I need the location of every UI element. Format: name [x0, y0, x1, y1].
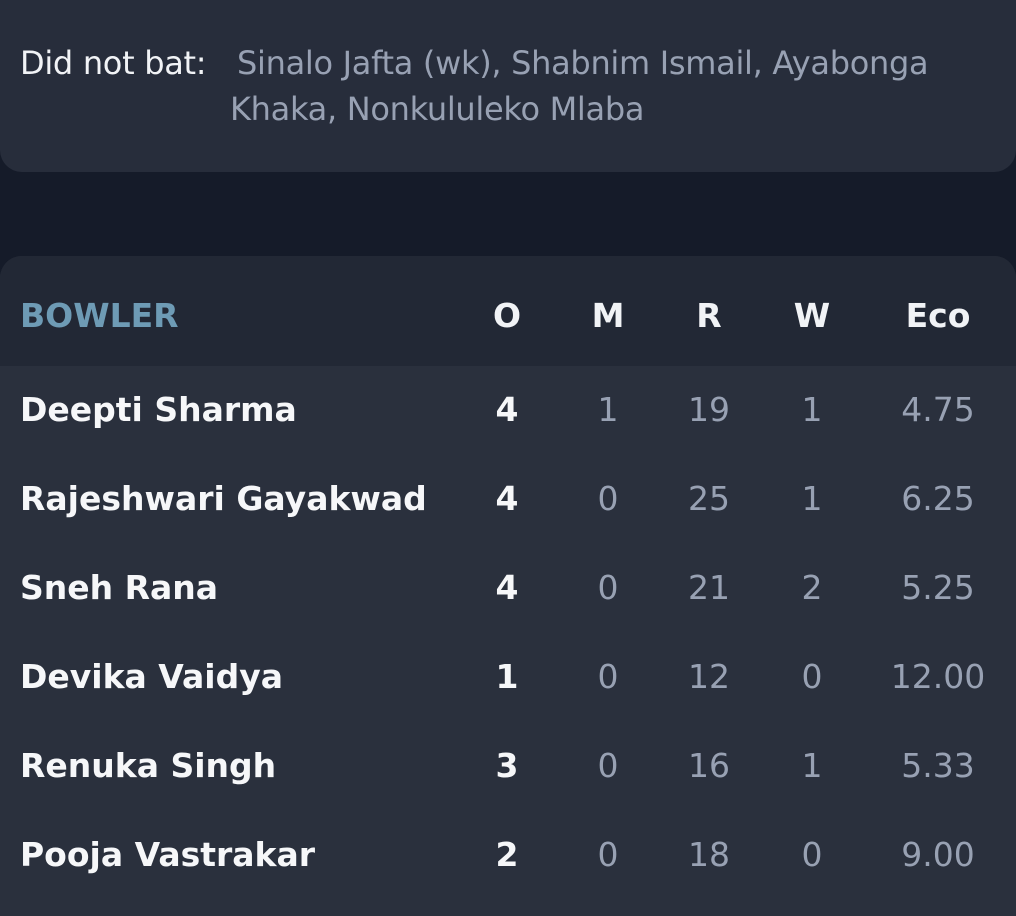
bowler-overs: 2	[495, 835, 519, 874]
bowler-runs: 25	[688, 479, 730, 518]
bowler-wickets: 0	[801, 657, 823, 696]
bowler-overs: 4	[495, 390, 519, 429]
bowler-row[interactable]: Rajeshwari Gayakwad 4 0 25 1 6.25	[0, 455, 1016, 544]
bowler-economy: 5.25	[901, 568, 975, 607]
bowler-overs: 3	[495, 746, 519, 785]
bowling-table: BOWLER O M R W Eco Deepti Sharma 4 1 19 …	[0, 256, 1016, 916]
bowler-maidens: 1	[597, 390, 619, 429]
bowler-name[interactable]: Renuka Singh	[20, 746, 276, 786]
bowler-economy: 6.25	[901, 479, 975, 518]
bowler-maidens: 0	[597, 657, 619, 696]
bowler-wickets: 1	[801, 479, 823, 518]
header-bowler: BOWLER	[20, 296, 179, 335]
bowler-maidens: 0	[597, 568, 619, 607]
bowling-table-header: BOWLER O M R W Eco	[0, 256, 1016, 366]
header-runs: R	[696, 296, 722, 335]
bowler-row[interactable]: Pooja Vastrakar 2 0 18 0 9.00	[0, 811, 1016, 900]
header-wickets: W	[793, 296, 831, 335]
bowler-maidens: 0	[597, 479, 619, 518]
header-economy: Eco	[905, 296, 971, 335]
bowler-overs: 1	[495, 657, 519, 696]
bowler-maidens: 0	[597, 835, 619, 874]
bowler-name[interactable]: Sneh Rana	[20, 568, 218, 608]
bowler-overs: 4	[495, 568, 519, 607]
bowler-name[interactable]: Deepti Sharma	[20, 390, 297, 430]
did-not-bat-label: Did not bat:	[20, 44, 207, 82]
bowler-row[interactable]: Renuka Singh 3 0 16 1 5.33	[0, 722, 1016, 811]
bowler-name[interactable]: Pooja Vastrakar	[20, 835, 315, 875]
header-overs: O	[492, 296, 522, 335]
bowler-runs: 12	[688, 657, 730, 696]
bowler-overs: 4	[495, 479, 519, 518]
bowler-name[interactable]: Rajeshwari Gayakwad	[20, 479, 427, 519]
bowler-economy: 9.00	[901, 835, 975, 874]
bowler-runs: 18	[688, 835, 730, 874]
did-not-bat-names[interactable]: Sinalo Jafta (wk), Shabnim Ismail, Ayabo…	[230, 40, 1000, 132]
bowler-runs: 19	[688, 390, 730, 429]
bowler-runs: 16	[688, 746, 730, 785]
bowler-name[interactable]: Devika Vaidya	[20, 657, 283, 697]
bowler-maidens: 0	[597, 746, 619, 785]
bowler-wickets: 1	[801, 390, 823, 429]
bowler-row[interactable]: Deepti Sharma 4 1 19 1 4.75	[0, 366, 1016, 455]
bowler-economy: 12.00	[890, 657, 986, 696]
bowler-wickets: 2	[801, 568, 823, 607]
bowler-row[interactable]: Sneh Rana 4 0 21 2 5.25	[0, 544, 1016, 633]
bowler-economy: 5.33	[901, 746, 975, 785]
bowler-wickets: 1	[801, 746, 823, 785]
header-maidens: M	[591, 296, 625, 335]
bowler-row[interactable]: Devika Vaidya 1 0 12 0 12.00	[0, 633, 1016, 722]
bowler-runs: 21	[688, 568, 730, 607]
bowler-wickets: 0	[801, 835, 823, 874]
did-not-bat-card: Did not bat: Sinalo Jafta (wk), Shabnim …	[0, 0, 1016, 172]
bowler-economy: 4.75	[901, 390, 975, 429]
